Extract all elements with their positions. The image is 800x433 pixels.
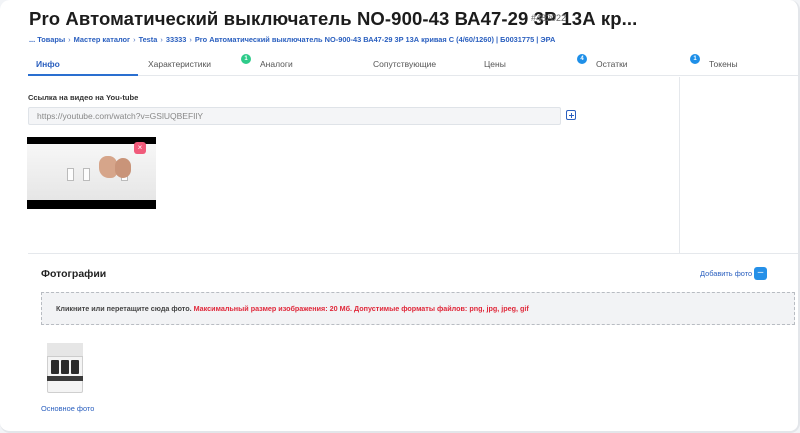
tab-stock-badge: 4 xyxy=(577,54,587,64)
chevron-right-icon: › xyxy=(160,35,163,44)
breaker-handle-figure xyxy=(51,360,59,374)
tab-analogs-badge: 1 xyxy=(241,54,251,64)
tab-analogs[interactable]: Аналоги xyxy=(260,52,293,76)
photo-dropzone[interactable]: Кликните или перетащите сюда фото. Макси… xyxy=(41,292,795,325)
chevron-right-icon: › xyxy=(189,35,192,44)
main-photo-label[interactable]: Основное фото xyxy=(41,404,94,413)
tab-characteristics[interactable]: Характеристики xyxy=(148,52,211,76)
breadcrumb: ... Товары › Мастер каталог › Testa › 33333 › Pr… xyxy=(29,35,555,44)
breadcrumb-item-33333[interactable]: 33333 xyxy=(166,35,187,44)
dropzone-hint: Кликните или перетащите сюда фото. xyxy=(56,304,192,313)
delete-video-button[interactable]: × xyxy=(134,142,146,154)
video-hand-figure xyxy=(115,158,131,178)
video-link-label: Ссылка на видео на You-tube xyxy=(28,93,139,102)
tab-prices[interactable]: Цены xyxy=(484,52,506,76)
breadcrumb-item-products[interactable]: ... Товары xyxy=(29,35,65,44)
chevron-right-icon: › xyxy=(133,35,136,44)
tab-related[interactable]: Сопутствующие xyxy=(373,52,436,76)
active-tab-indicator xyxy=(28,74,138,76)
chevron-right-icon: › xyxy=(68,35,71,44)
page-background: Pro Автоматический выключатель NO-900-43… xyxy=(0,0,800,433)
add-video-icon[interactable] xyxy=(566,110,576,120)
video-url-input[interactable]: https://youtube.com/watch?v=GSlUQBEFIlY xyxy=(28,107,561,125)
breadcrumb-item-current: Pro Автоматический выключатель NO-900-43… xyxy=(194,35,556,44)
breadcrumb-item-testa[interactable]: Testa xyxy=(139,35,158,44)
video-breaker-figure xyxy=(67,168,74,181)
breaker-handle-figure xyxy=(71,360,79,374)
breaker-strip-figure xyxy=(47,376,83,381)
photos-section xyxy=(28,253,798,431)
dropzone-warning: Максимальный размер изображения: 20 Мб. … xyxy=(193,304,529,313)
photos-title: Фотографии xyxy=(41,268,107,280)
video-breaker-figure xyxy=(83,168,90,181)
breaker-handle-figure xyxy=(61,360,69,374)
add-photo-button[interactable]: – xyxy=(754,267,767,280)
breadcrumb-item-master-catalog[interactable]: Мастер каталог xyxy=(74,35,131,44)
tab-tokens[interactable]: Токены xyxy=(709,52,738,76)
add-photo-link[interactable]: Добавить фото xyxy=(700,269,752,278)
tab-bar: Инфо Характеристики 1 Аналоги Сопутствую… xyxy=(28,52,798,76)
breaker-top-figure xyxy=(47,343,83,357)
product-sku: #482022 xyxy=(531,13,567,23)
side-panel-divider xyxy=(679,77,680,253)
product-photo-thumbnail[interactable] xyxy=(41,340,83,400)
tab-info[interactable]: Инфо xyxy=(36,52,60,76)
tab-tokens-badge: 1 xyxy=(690,54,700,64)
tab-stock[interactable]: Остатки xyxy=(596,52,628,76)
